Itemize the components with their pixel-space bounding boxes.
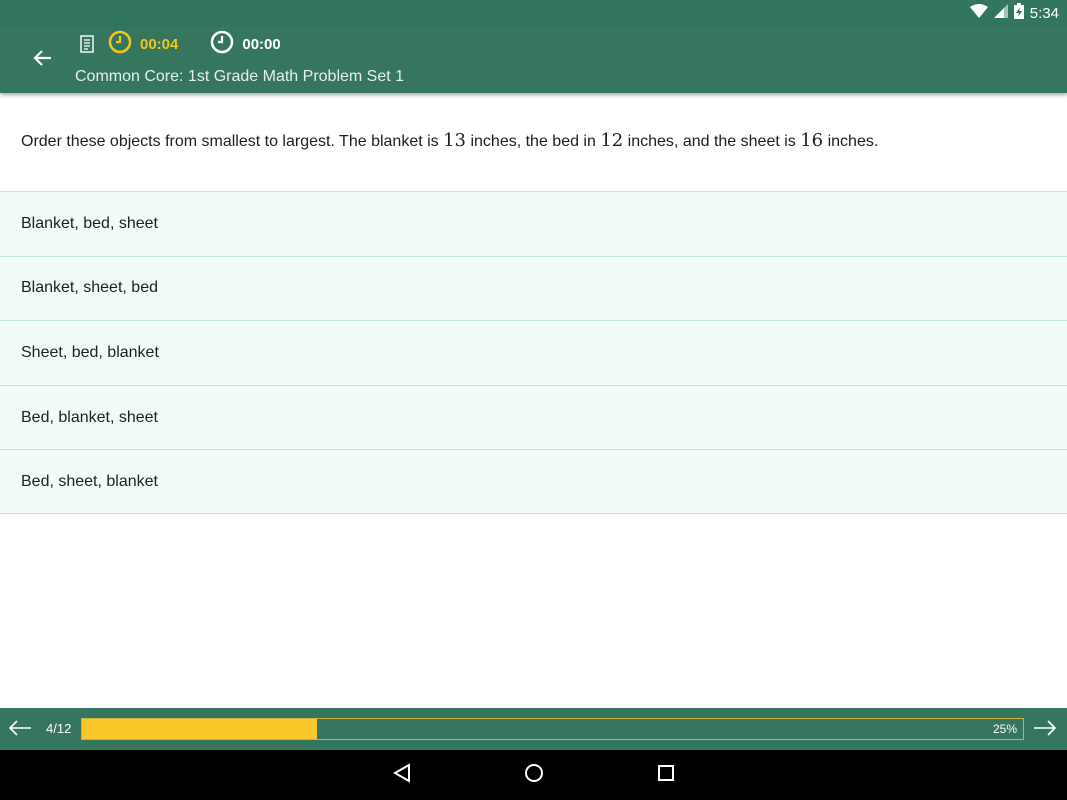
page-counter: 4/12 (46, 721, 72, 736)
question-number: 16 (800, 130, 824, 151)
answer-label: Bed, sheet, blanket (21, 472, 158, 490)
status-bar: 5:34 (0, 0, 1067, 26)
system-back-button[interactable] (390, 762, 414, 788)
answer-option[interactable]: Blanket, bed, sheet (0, 191, 1067, 256)
problem-set-title: Common Core: 1st Grade Math Problem Set … (75, 68, 405, 85)
system-navigation-bar (0, 750, 1067, 800)
answer-list: Blanket, bed, sheet Blanket, sheet, bed … (0, 191, 1067, 514)
question-timer-value: 00:04 (140, 35, 179, 53)
back-button[interactable] (26, 46, 58, 74)
home-circle-icon (524, 763, 544, 788)
question-text: Order these objects from smallest to lar… (21, 129, 1051, 154)
signal-icon (993, 4, 1008, 22)
question-timer: 00:04 (108, 30, 178, 59)
progress-bar: 25% (81, 718, 1024, 740)
arrow-right-icon (1033, 720, 1057, 742)
progress-footer: 4/12 25% (0, 708, 1067, 750)
answer-label: Blanket, sheet, bed (21, 279, 158, 297)
progress-fill (82, 719, 318, 739)
next-question-button[interactable] (1033, 718, 1059, 740)
arrow-left-icon (8, 720, 32, 742)
question-number: 12 (600, 130, 624, 151)
question-text-part: inches. (823, 133, 879, 150)
total-timer: 00:00 (210, 30, 281, 59)
answer-label: Bed, blanket, sheet (21, 408, 158, 426)
battery-charging-icon (1013, 3, 1024, 23)
arrow-back-icon (32, 49, 52, 72)
app-bar: 00:04 00:00 Common Core: 1st Grade Math … (0, 26, 1067, 93)
system-home-button[interactable] (522, 763, 546, 787)
wifi-icon (969, 4, 988, 22)
document-list-icon[interactable] (80, 35, 94, 53)
answer-option[interactable]: Sheet, bed, blanket (0, 320, 1067, 385)
answer-label: Sheet, bed, blanket (21, 343, 159, 361)
back-triangle-icon (392, 762, 411, 788)
total-timer-value: 00:00 (242, 35, 281, 53)
answer-option[interactable]: Blanket, sheet, bed (0, 255, 1067, 321)
question-number: 13 (443, 130, 467, 151)
clock-icon (108, 30, 132, 59)
timers: 00:04 00:00 (80, 30, 313, 59)
system-recents-button[interactable] (654, 763, 678, 787)
status-time: 5:34 (1029, 4, 1059, 22)
answer-option[interactable]: Bed, blanket, sheet (0, 384, 1067, 450)
question-text-part: inches, and the sheet is (623, 133, 801, 150)
question-text-part: Order these objects from smallest to lar… (21, 133, 444, 150)
question-text-part: inches, the bed in (466, 133, 601, 150)
answer-label: Blanket, bed, sheet (21, 214, 158, 232)
progress-percent: 25% (992, 722, 1017, 736)
recents-square-icon (657, 764, 675, 787)
clock-icon (210, 30, 234, 59)
previous-question-button[interactable] (8, 718, 34, 740)
answer-option[interactable]: Bed, sheet, blanket (0, 449, 1067, 514)
